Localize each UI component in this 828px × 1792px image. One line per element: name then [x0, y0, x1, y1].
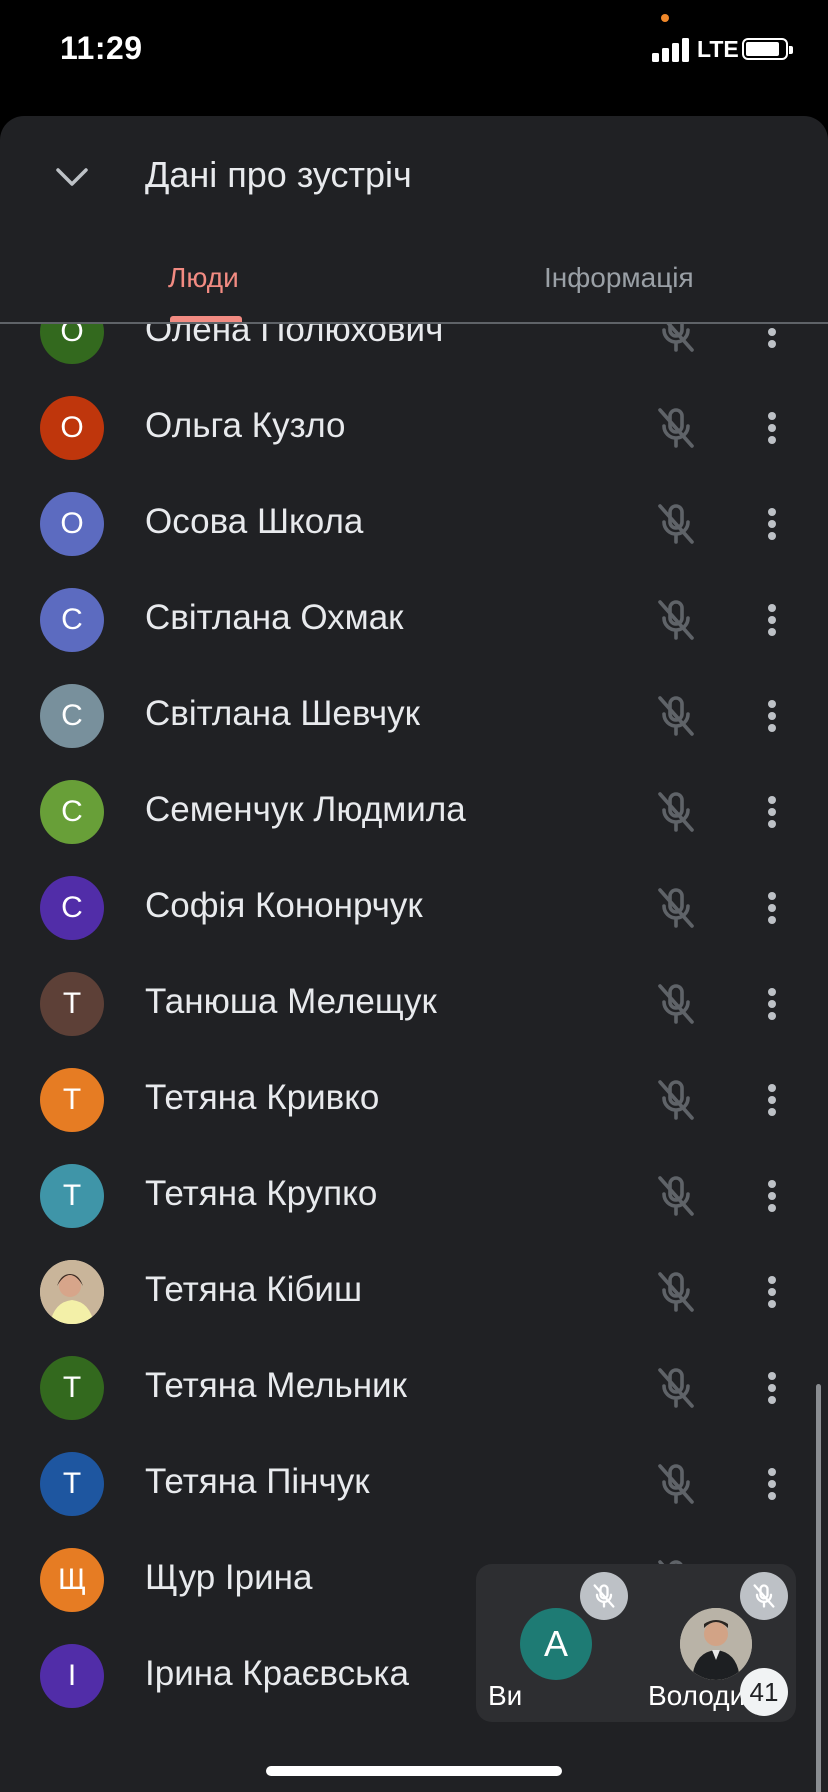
- scrollbar[interactable]: [816, 1384, 821, 1792]
- participant-row[interactable]: Т Тетяна Крупко: [0, 1148, 828, 1244]
- mic-off-icon[interactable]: [652, 1364, 700, 1412]
- more-options-icon[interactable]: [760, 694, 784, 738]
- participant-photo-avatar: [680, 1608, 752, 1680]
- more-options-icon[interactable]: [760, 324, 784, 354]
- battery-icon: [742, 38, 793, 60]
- participant-name: Світлана Охмак: [145, 598, 404, 637]
- more-options-icon[interactable]: [760, 1462, 784, 1506]
- participant-row[interactable]: Т Тетяна Кривко: [0, 1052, 828, 1148]
- participant-avatar: С: [40, 588, 104, 652]
- meeting-details-sheet: Дані про зустріч Люди Інформація О Олена …: [0, 116, 828, 1792]
- participant-name: Щур Ірина: [145, 1558, 313, 1597]
- participant-avatar: О: [40, 324, 104, 364]
- participant-row[interactable]: С Семенчук Людмила: [0, 764, 828, 860]
- more-options-icon[interactable]: [760, 1078, 784, 1122]
- tab-people[interactable]: Люди: [168, 262, 239, 294]
- participant-avatar: Т: [40, 1164, 104, 1228]
- participant-row[interactable]: Тетяна Кібиш: [0, 1244, 828, 1340]
- participant-avatar: Т: [40, 972, 104, 1036]
- mic-off-icon: [740, 1572, 788, 1620]
- participant-row[interactable]: С Світлана Шевчук: [0, 668, 828, 764]
- participant-row[interactable]: С Світлана Охмак: [0, 572, 828, 668]
- participant-avatar: Т: [40, 1356, 104, 1420]
- participant-avatar: С: [40, 780, 104, 844]
- mic-off-icon[interactable]: [652, 692, 700, 740]
- participant-name: Ірина Краєвська: [145, 1654, 409, 1693]
- participant-avatar: [40, 1260, 104, 1324]
- mic-off-icon[interactable]: [652, 1076, 700, 1124]
- network-type: LTE: [697, 36, 739, 62]
- more-options-icon[interactable]: [760, 406, 784, 450]
- self-avatar: А: [520, 1608, 592, 1680]
- participant-name: Софія Кононрчук: [145, 886, 423, 925]
- participant-row[interactable]: О Осова Школа: [0, 476, 828, 572]
- mic-off-icon[interactable]: [652, 1268, 700, 1316]
- participant-name: Тетяна Кривко: [145, 1078, 380, 1117]
- participant-avatar: С: [40, 876, 104, 940]
- mic-off-icon[interactable]: [652, 404, 700, 452]
- self-label: Ви: [488, 1680, 523, 1711]
- participant-avatar: Т: [40, 1068, 104, 1132]
- participant-row[interactable]: О Олена Полюхович: [0, 324, 828, 380]
- more-options-icon[interactable]: [760, 982, 784, 1026]
- participant-avatar: І: [40, 1644, 104, 1708]
- participant-name: Тетяна Крупко: [145, 1174, 378, 1213]
- status-bar: 11:29 LTE: [0, 0, 828, 110]
- more-options-icon[interactable]: [760, 1270, 784, 1314]
- participant-name: Осова Школа: [145, 502, 364, 541]
- participant-avatar: Т: [40, 1452, 104, 1516]
- participant-avatar: О: [40, 396, 104, 460]
- more-options-icon[interactable]: [760, 886, 784, 930]
- sheet-title: Дані про зустріч: [145, 154, 412, 195]
- mic-off-icon[interactable]: [652, 980, 700, 1028]
- mic-off-icon[interactable]: [652, 1460, 700, 1508]
- participant-row[interactable]: Т Тетяна Мельник: [0, 1340, 828, 1436]
- mic-off-icon[interactable]: [652, 788, 700, 836]
- more-options-icon[interactable]: [760, 1366, 784, 1410]
- mic-off-icon[interactable]: [652, 884, 700, 932]
- tab-info[interactable]: Інформація: [544, 262, 694, 294]
- status-time: 11:29: [60, 30, 143, 66]
- participant-name: Семенчук Людмила: [145, 790, 466, 829]
- participant-name: Танюша Мелещук: [145, 982, 437, 1021]
- participant-name: Тетяна Кібиш: [145, 1270, 363, 1309]
- mic-off-icon[interactable]: [652, 1172, 700, 1220]
- participant-name: Тетяна Мельник: [145, 1366, 407, 1405]
- participant-name: Ольга Кузло: [145, 406, 346, 445]
- participant-avatar: С: [40, 684, 104, 748]
- participant-row[interactable]: О Ольга Кузло: [0, 380, 828, 476]
- privacy-indicator-dot: [661, 14, 669, 22]
- mic-off-icon: [580, 1572, 628, 1620]
- more-options-icon[interactable]: [760, 502, 784, 546]
- participant-name: Олена Полюхович: [145, 324, 444, 349]
- participant-name: Світлана Шевчук: [145, 694, 420, 733]
- participant-row[interactable]: Т Тетяна Пінчук: [0, 1436, 828, 1532]
- mic-off-icon[interactable]: [652, 500, 700, 548]
- participant-name: Тетяна Пінчук: [145, 1462, 370, 1501]
- participant-avatar: Щ: [40, 1548, 104, 1612]
- home-indicator[interactable]: [266, 1766, 562, 1776]
- participant-row[interactable]: С Софія Кононрчук: [0, 860, 828, 956]
- more-options-icon[interactable]: [760, 598, 784, 642]
- participant-avatar: О: [40, 492, 104, 556]
- mic-off-icon[interactable]: [652, 324, 700, 356]
- signal-icon: [652, 38, 690, 62]
- chevron-down-icon[interactable]: [52, 160, 92, 192]
- more-options-icon[interactable]: [760, 790, 784, 834]
- mic-off-icon[interactable]: [652, 596, 700, 644]
- self-view-pip[interactable]: А Ви Володи 41: [476, 1564, 796, 1722]
- participant-count-badge[interactable]: 41: [740, 1668, 788, 1716]
- participant-row[interactable]: Т Танюша Мелещук: [0, 956, 828, 1052]
- more-options-icon[interactable]: [760, 1174, 784, 1218]
